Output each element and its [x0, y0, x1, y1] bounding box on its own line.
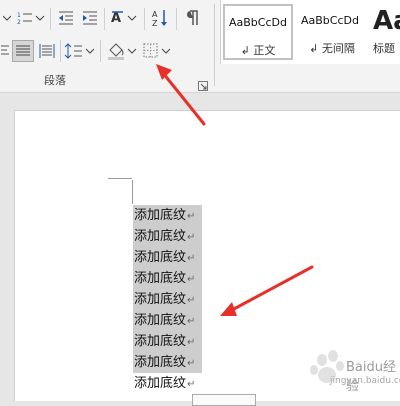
watermark-text: Baidu经验 [346, 360, 396, 394]
watermark-subtext: jingyan.baidu.com [330, 376, 400, 386]
annotation-arrow-icon [220, 265, 314, 316]
